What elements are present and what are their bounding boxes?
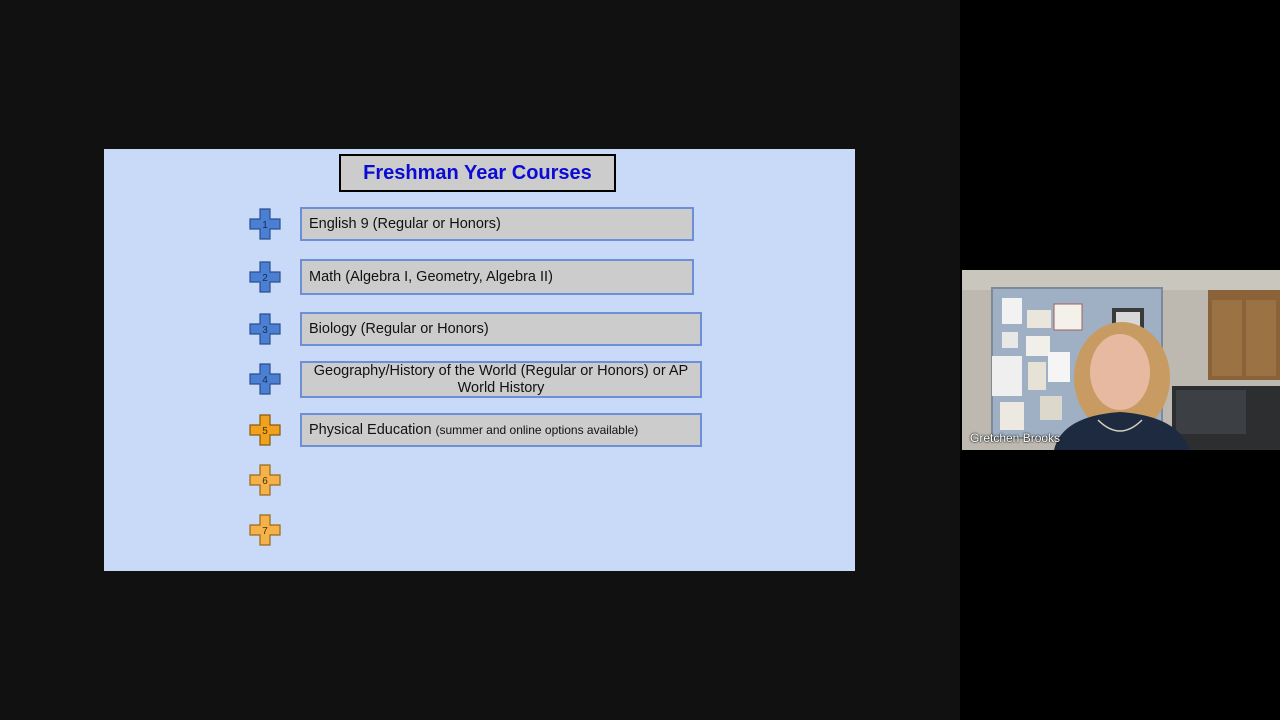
course-box-2: Math (Algebra I, Geometry, Algebra II) [300,259,694,295]
number-cross-icon-3: 3 [249,313,281,345]
participant-video-tile[interactable]: Gretchen Brooks [962,270,1280,450]
course-text-4: Geography/History of the World (Regular … [313,362,689,396]
number-cross-icon-2: 2 [249,261,281,293]
number-cross-icon-1: 1 [249,208,281,240]
course-text-1: English 9 (Regular or Honors) [309,216,501,232]
number-label-2: 2 [262,273,268,284]
meeting-stage: Freshman Year Courses 1 2 3 4 5 6 7 Engl… [0,0,1280,720]
screen-share-panel: Freshman Year Courses 1 2 3 4 5 6 7 Engl… [0,0,960,720]
course-box-4: Geography/History of the World (Regular … [300,361,702,398]
course-box-5: Physical Education (summer and online op… [300,413,702,447]
number-label-1: 1 [262,220,268,231]
number-cross-icon-6: 6 [249,464,281,496]
number-cross-icon-5: 5 [249,414,281,446]
course-box-1: English 9 (Regular or Honors) [300,207,694,241]
number-cross-icon-7: 7 [249,514,281,546]
course-box-3: Biology (Regular or Honors) [300,312,702,346]
course-note-5: (summer and online options available) [435,423,639,437]
number-label-6: 6 [262,476,268,487]
number-cross-icon-4: 4 [249,363,281,395]
course-text-3: Biology (Regular or Honors) [309,321,489,337]
number-label-7: 7 [262,526,268,537]
number-label-4: 4 [262,375,268,386]
slide-title-box: Freshman Year Courses [339,154,616,192]
course-text-2: Math (Algebra I, Geometry, Algebra II) [309,269,553,285]
slide-title: Freshman Year Courses [363,161,592,184]
number-label-5: 5 [262,426,268,437]
course-text-5: Physical Education [309,422,432,438]
presentation-slide: Freshman Year Courses 1 2 3 4 5 6 7 Engl… [104,149,855,571]
participant-name-label: Gretchen Brooks [970,431,1061,445]
number-label-3: 3 [262,325,268,336]
webcam-scene [962,270,1280,450]
